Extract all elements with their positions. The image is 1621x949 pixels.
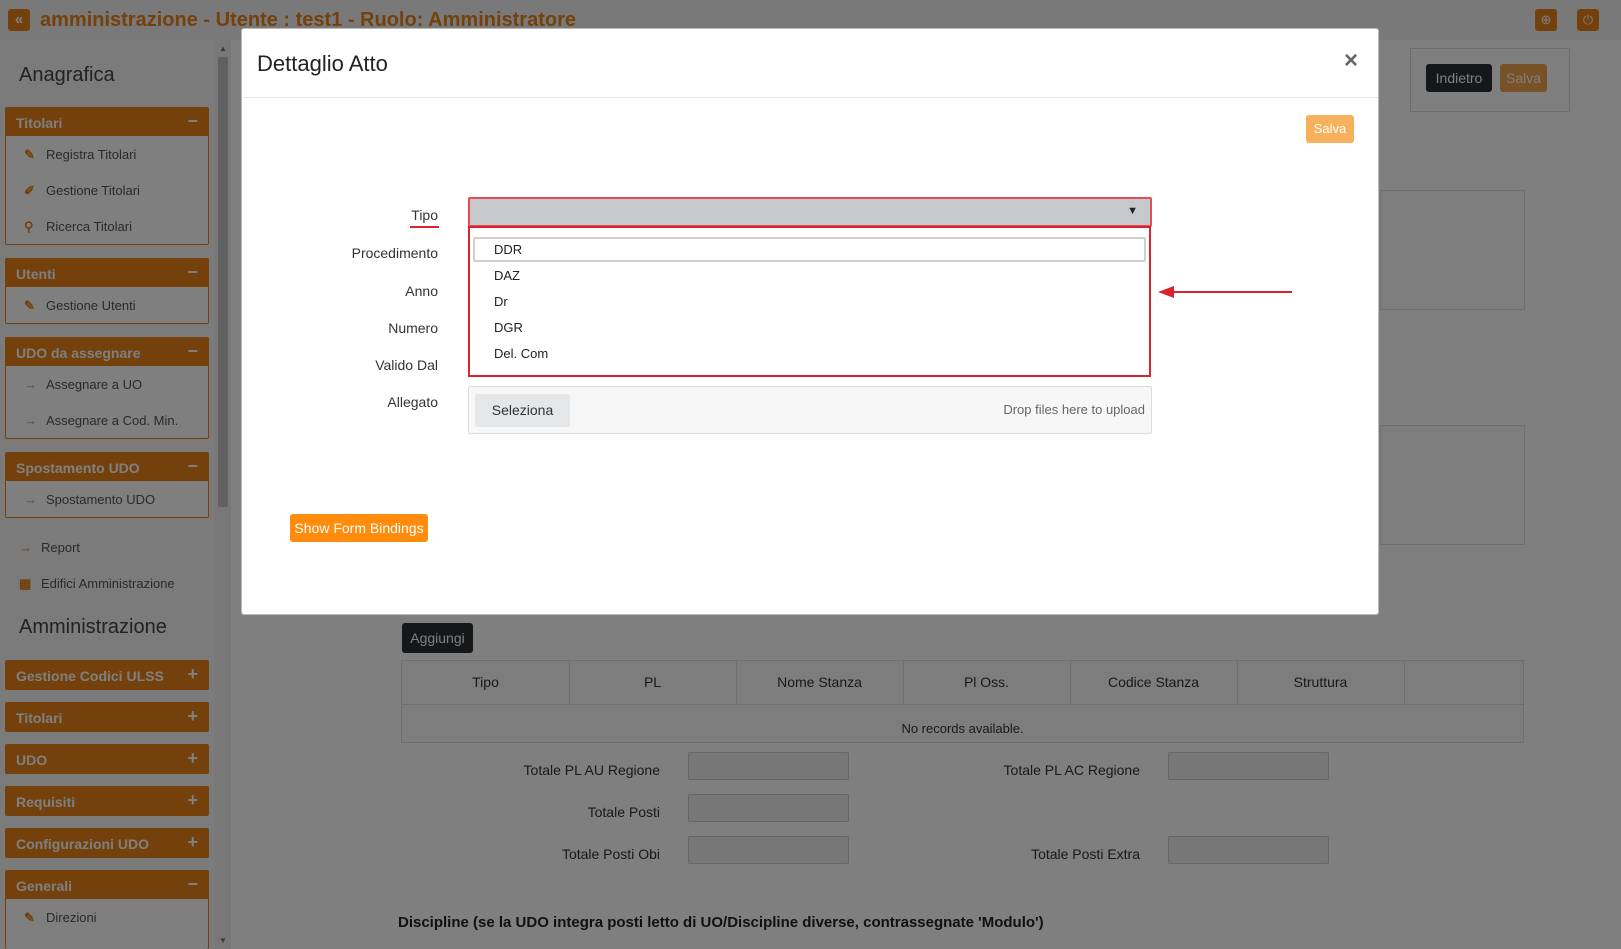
modal-title: Dettaglio Atto [257, 51, 388, 76]
tipo-option-dgr[interactable]: DGR [494, 320, 523, 335]
anno-label: Anno [405, 283, 438, 299]
modal-save-button[interactable]: Salva [1306, 115, 1354, 143]
tipo-select[interactable]: ▼ [468, 197, 1152, 227]
dropdown-caret-icon[interactable]: ▼ [1127, 205, 1138, 217]
procedimento-label: Procedimento [351, 245, 438, 261]
tipo-option-daz[interactable]: DAZ [494, 268, 520, 283]
option-highlight [473, 237, 1146, 262]
select-file-button[interactable]: Seleziona [475, 394, 570, 427]
tipo-label: Tipo [411, 207, 438, 223]
annotation-arrow-icon [1158, 286, 1292, 298]
allegato-label: Allegato [387, 394, 438, 410]
drop-zone-hint: Drop files here to upload [1003, 402, 1145, 417]
tipo-option-del-com[interactable]: Del. Com [494, 346, 548, 361]
modal-header: Dettaglio Atto × [242, 29, 1378, 98]
tipo-option-ddr[interactable]: DDR [494, 242, 522, 257]
tipo-highlight-underline [410, 226, 439, 228]
tipo-dropdown-list: DDR DAZ Dr DGR Del. Com [468, 226, 1151, 377]
tipo-option-dr[interactable]: Dr [494, 294, 508, 309]
allegato-upload[interactable]: Seleziona Drop files here to upload [468, 386, 1152, 434]
numero-label: Numero [388, 320, 438, 336]
close-icon[interactable]: × [1344, 47, 1358, 75]
show-form-bindings-button[interactable]: Show Form Bindings [290, 514, 428, 542]
valido-dal-label: Valido Dal [375, 357, 438, 373]
